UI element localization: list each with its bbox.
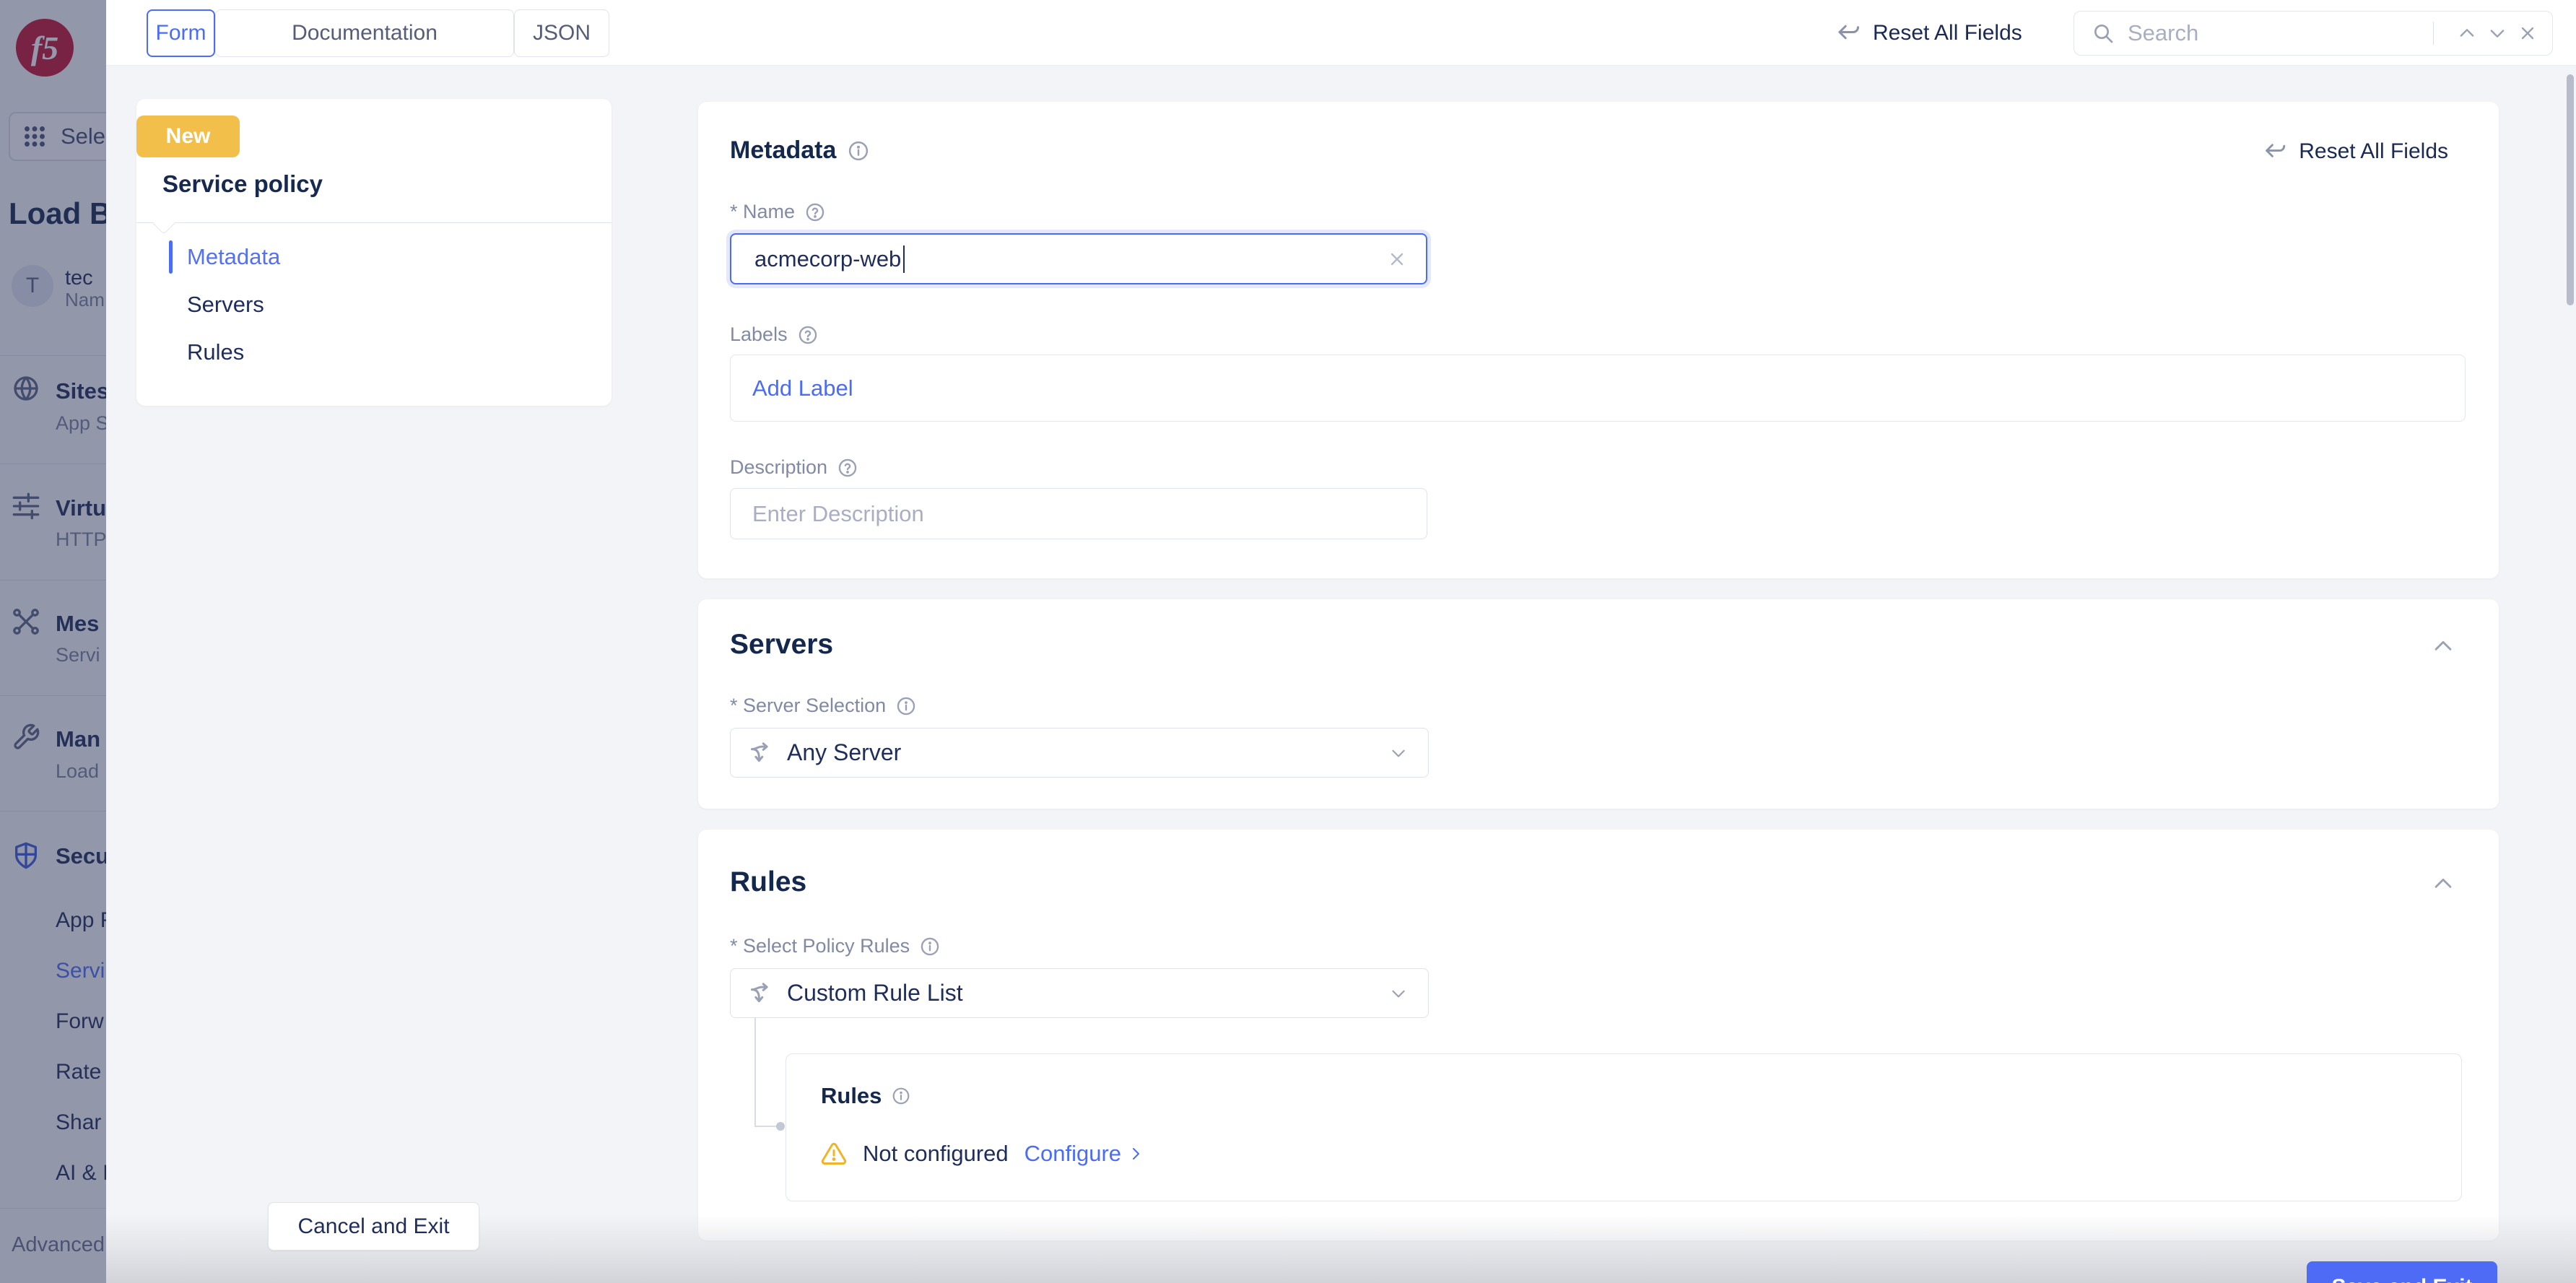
server-selection-dropdown[interactable]: Any Server: [730, 728, 1429, 778]
branch-icon: [749, 982, 773, 1005]
info-icon[interactable]: [896, 696, 916, 716]
connector-line: [754, 1126, 778, 1127]
app-sidebar: f5 Sele Load Ba T tec Nam Sites App S: [0, 0, 106, 1283]
search-icon: [2092, 22, 2115, 45]
name-input[interactable]: acmecorp-web: [730, 233, 1427, 284]
rules-section-card: Rules * Select Policy Rules Custom Rule …: [698, 830, 2499, 1240]
reset-all-fields-button[interactable]: Reset All Fields: [2263, 139, 2448, 164]
divider: [2433, 22, 2434, 45]
servers-heading: Servers: [730, 629, 833, 661]
tab-form[interactable]: Form: [147, 9, 215, 57]
help-icon[interactable]: [805, 202, 825, 222]
chevron-down-icon: [1389, 744, 1408, 762]
reset-all-fields-label: Reset All Fields: [1873, 21, 2022, 45]
nested-rules-heading: Rules: [821, 1083, 910, 1109]
policy-rules-value: Custom Rule List: [787, 980, 963, 1006]
servers-heading-text: Servers: [730, 629, 833, 661]
name-input-value: acmecorp-web: [754, 246, 901, 272]
cancel-and-exit-button[interactable]: Cancel and Exit: [268, 1202, 479, 1251]
configure-link[interactable]: Configure: [1024, 1141, 1144, 1167]
create-service-policy-modal: Form Documentation JSON Reset All Fields: [106, 0, 2576, 1283]
chevron-right-icon: [1127, 1145, 1144, 1162]
info-icon[interactable]: [892, 1087, 910, 1105]
configure-link-text: Configure: [1024, 1141, 1121, 1167]
description-field-label: Description: [730, 456, 858, 479]
active-step-indicator: [169, 240, 173, 274]
metadata-heading-text: Metadata: [730, 136, 836, 165]
wizard-title: Service policy: [162, 170, 323, 198]
name-field-label: * Name: [730, 201, 825, 223]
description-input[interactable]: [730, 488, 1427, 539]
labels-field-label: Labels: [730, 323, 818, 346]
nested-rules-box: Rules Not configured Configure: [786, 1053, 2462, 1201]
server-selection-label-text: * Server Selection: [730, 695, 886, 717]
undo-icon: [2263, 139, 2287, 164]
wizard-step-rules[interactable]: Rules: [187, 339, 244, 365]
labels-label-text: Labels: [730, 323, 788, 346]
server-selection-value: Any Server: [787, 739, 901, 766]
scrollbar-thumb[interactable]: [2567, 74, 2574, 305]
connector-dot: [776, 1122, 785, 1131]
divider: [136, 222, 612, 223]
tab-documentation[interactable]: Documentation: [215, 9, 514, 57]
metadata-heading: Metadata: [730, 136, 869, 165]
search-clear-icon[interactable]: [2518, 23, 2538, 43]
select-policy-rules-label: * Select Policy Rules: [730, 935, 940, 957]
branch-icon: [749, 741, 773, 765]
collapse-section-icon[interactable]: [2431, 871, 2455, 896]
modal-content: New Service policy Metadata Servers Rule…: [106, 66, 2576, 1283]
save-and-exit-button[interactable]: Save and Exit: [2307, 1261, 2497, 1283]
collapse-section-icon[interactable]: [2431, 634, 2455, 658]
help-icon[interactable]: [837, 458, 858, 478]
clear-input-icon[interactable]: [1387, 249, 1407, 269]
servers-section-card: Servers * Server Selection Any Server: [698, 599, 2499, 809]
reset-all-fields-label: Reset All Fields: [2299, 139, 2448, 164]
wizard-nav-card: New Service policy Metadata Servers Rule…: [136, 99, 612, 406]
search-bar[interactable]: [2074, 11, 2553, 56]
modal-backdrop[interactable]: [0, 0, 106, 1283]
collapse-notch-icon: [152, 210, 176, 235]
description-label-text: Description: [730, 456, 827, 479]
text-cursor: [903, 245, 905, 273]
server-selection-label: * Server Selection: [730, 695, 916, 717]
search-input[interactable]: [2128, 20, 2427, 46]
wizard-step-metadata[interactable]: Metadata: [187, 244, 280, 270]
nested-rules-heading-text: Rules: [821, 1083, 882, 1109]
info-icon[interactable]: [920, 936, 940, 957]
warning-icon: [821, 1141, 847, 1167]
rules-heading: Rules: [730, 866, 806, 898]
policy-rules-dropdown[interactable]: Custom Rule List: [730, 968, 1429, 1018]
connector-line: [754, 1018, 756, 1126]
new-badge: New: [136, 116, 240, 157]
select-policy-rules-label-text: * Select Policy Rules: [730, 935, 910, 957]
help-icon[interactable]: [798, 325, 818, 345]
wizard-step-servers[interactable]: Servers: [187, 292, 264, 318]
rules-status-row: Not configured Configure: [821, 1141, 1144, 1167]
modal-topbar: Form Documentation JSON Reset All Fields: [106, 0, 2576, 66]
search-prev-icon[interactable]: [2457, 23, 2477, 43]
app-root: { "colors": { "accent_blue": "#4a6cf7", …: [0, 0, 2576, 1283]
name-label-text: * Name: [730, 201, 795, 223]
chevron-down-icon: [1389, 984, 1408, 1003]
reset-all-fields-button[interactable]: Reset All Fields: [1835, 0, 2022, 66]
status-badge: Not configured: [863, 1141, 1009, 1167]
search-next-icon[interactable]: [2487, 23, 2507, 43]
info-icon[interactable]: [848, 140, 869, 162]
labels-container: Add Label: [730, 355, 2466, 422]
undo-icon: [1835, 20, 1861, 46]
add-label-button[interactable]: Add Label: [752, 375, 853, 401]
metadata-section-card: Metadata Reset All Fields * Name acmecor…: [698, 102, 2499, 578]
rules-heading-text: Rules: [730, 866, 806, 898]
tab-json[interactable]: JSON: [514, 9, 609, 57]
